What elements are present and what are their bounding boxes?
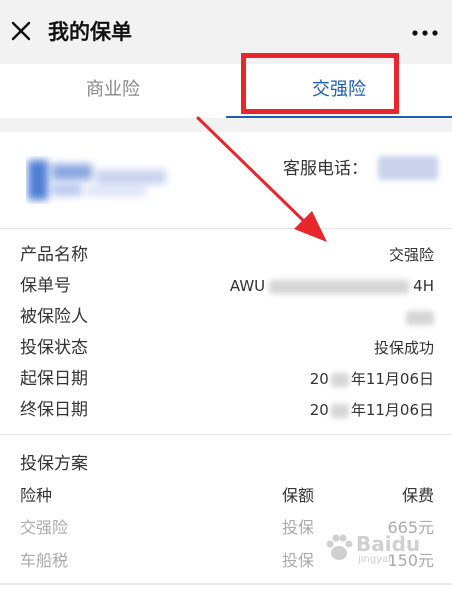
detail-label: 保单号 — [20, 276, 71, 296]
start-date-value: 20 年11月06日 — [309, 370, 434, 388]
divider — [0, 583, 452, 585]
annotation-highlight-box — [241, 53, 399, 114]
redacted-text — [330, 372, 349, 387]
close-icon[interactable] — [10, 20, 32, 42]
section-gap — [0, 118, 452, 132]
plan-item-amount: 投保 — [282, 518, 315, 537]
detail-row: 保单号 AWU 4H — [0, 271, 452, 302]
paw-icon — [326, 534, 353, 560]
detail-row: 终保日期 20 年11月06日 — [0, 395, 452, 426]
column-header-amount: 保额 — [282, 486, 315, 505]
more-icon[interactable] — [412, 30, 438, 36]
policy-number-value: AWU 4H — [229, 277, 434, 295]
column-header-premium: 保费 — [401, 486, 434, 505]
plan-item-name: 车船税 — [20, 551, 69, 570]
watermark: Baidu jingyan — [320, 527, 432, 569]
detail-label: 终保日期 — [20, 400, 88, 420]
column-header-type: 险种 — [20, 486, 53, 505]
redacted-text — [330, 403, 349, 418]
detail-value: 交强险 — [388, 246, 434, 264]
end-date-value: 20 年11月06日 — [309, 401, 434, 419]
detail-value: 投保成功 — [373, 339, 434, 357]
detail-row: 投保状态 投保成功 — [0, 333, 452, 364]
detail-label: 起保日期 — [20, 369, 88, 389]
plan-item-name: 交强险 — [20, 518, 69, 537]
page-title: 我的保单 — [48, 20, 132, 44]
detail-row: 起保日期 20 年11月06日 — [0, 364, 452, 395]
redacted-text — [406, 310, 434, 325]
insured-name-value — [406, 302, 434, 333]
redacted-text — [269, 279, 410, 294]
detail-row: 被保险人 — [0, 302, 452, 333]
plan-title: 投保方案 — [20, 454, 88, 474]
detail-row: 产品名称 交强险 — [0, 240, 452, 271]
policy-details: 产品名称 交强险 保单号 AWU 4H 被保险人 投保状态 投保成功 起保日期 2… — [0, 228, 452, 434]
detail-label: 被保险人 — [20, 307, 88, 327]
detail-label: 投保状态 — [20, 338, 88, 358]
tab-commercial-insurance[interactable]: 商业险 — [0, 64, 226, 118]
insurer-logo-blurred — [28, 160, 166, 200]
insurer-card: 客服电话： — [0, 132, 452, 228]
customer-service-phone-blurred[interactable] — [378, 156, 438, 180]
watermark-text: Baidu — [356, 532, 421, 556]
customer-service-phone-label: 客服电话： — [283, 159, 368, 179]
plan-item-amount: 投保 — [282, 551, 315, 570]
watermark-subtext: jingyan — [358, 554, 395, 565]
detail-label: 产品名称 — [20, 245, 88, 265]
